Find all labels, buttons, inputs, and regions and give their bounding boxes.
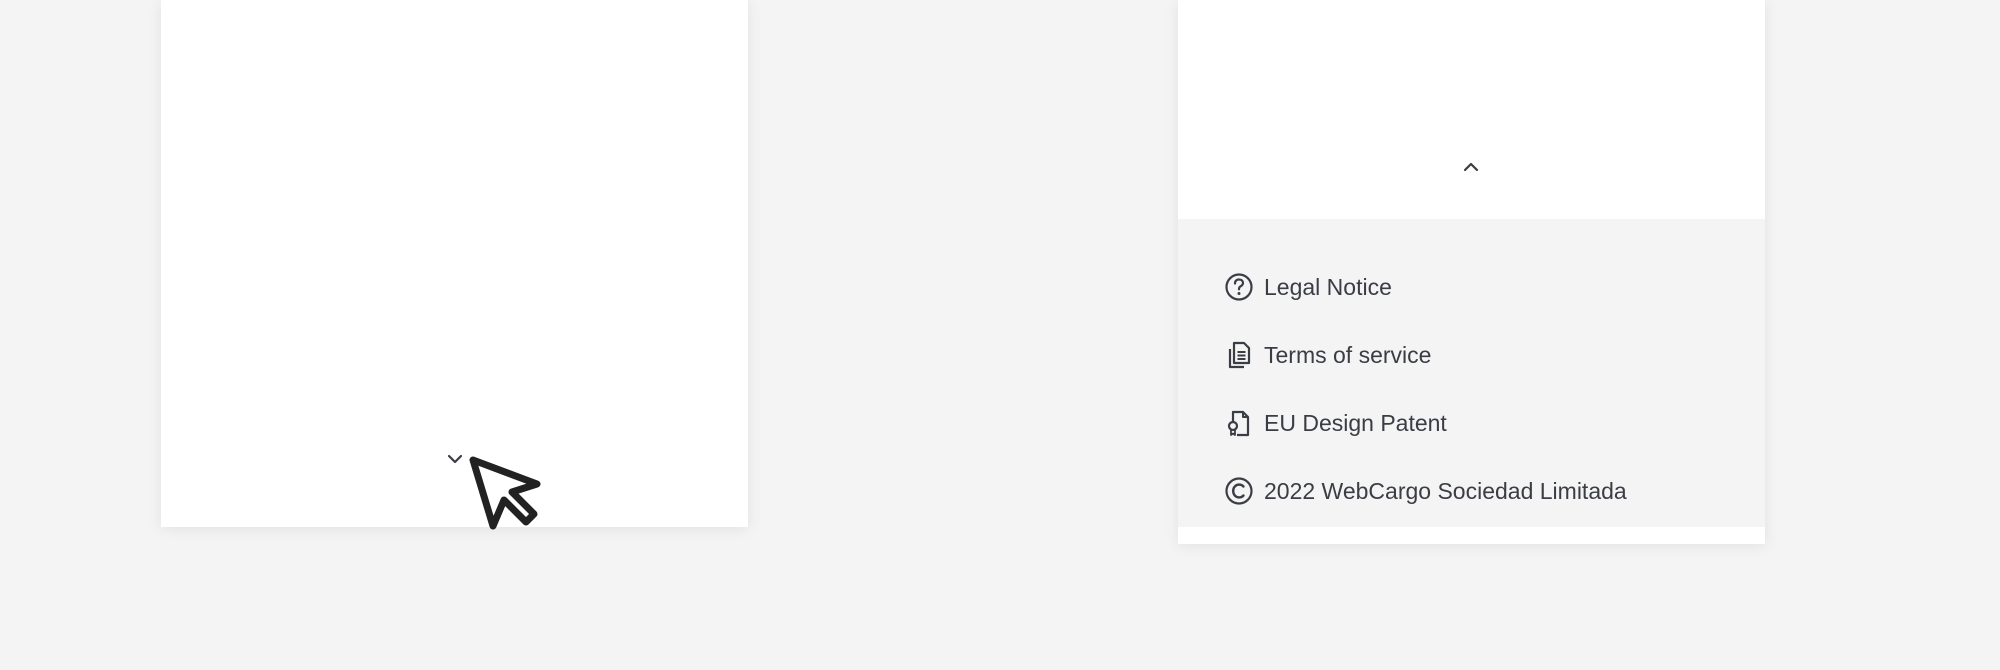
expand-button[interactable]	[443, 450, 467, 468]
menu-item-eu-design-patent[interactable]: EU Design Patent	[1178, 389, 1765, 457]
expanded-panel: Legal Notice Terms of service EU Design …	[1178, 0, 1765, 544]
document-icon	[1223, 339, 1255, 371]
mouse-cursor-icon	[469, 456, 541, 530]
collapsed-panel	[161, 0, 748, 530]
copyright-text: 2022 WebCargo Sociedad Limitada	[1264, 477, 1627, 504]
menu-item-label: Legal Notice	[1264, 273, 1392, 300]
copyright-icon	[1223, 475, 1255, 507]
collapse-button[interactable]	[1459, 157, 1483, 177]
chevron-up-icon	[1463, 162, 1479, 172]
menu-item-terms-of-service[interactable]: Terms of service	[1178, 321, 1765, 389]
footer-menu: Legal Notice Terms of service EU Design …	[1178, 219, 1765, 527]
chevron-down-icon	[447, 454, 463, 464]
menu-item-label: EU Design Patent	[1264, 409, 1447, 436]
patent-document-icon	[1223, 407, 1255, 439]
menu-item-label: Terms of service	[1264, 341, 1432, 368]
screen: Legal Notice Terms of service EU Design …	[0, 0, 2000, 670]
question-circle-icon	[1223, 271, 1255, 303]
menu-item-legal-notice[interactable]: Legal Notice	[1178, 253, 1765, 321]
menu-item-copyright: 2022 WebCargo Sociedad Limitada	[1178, 457, 1765, 525]
